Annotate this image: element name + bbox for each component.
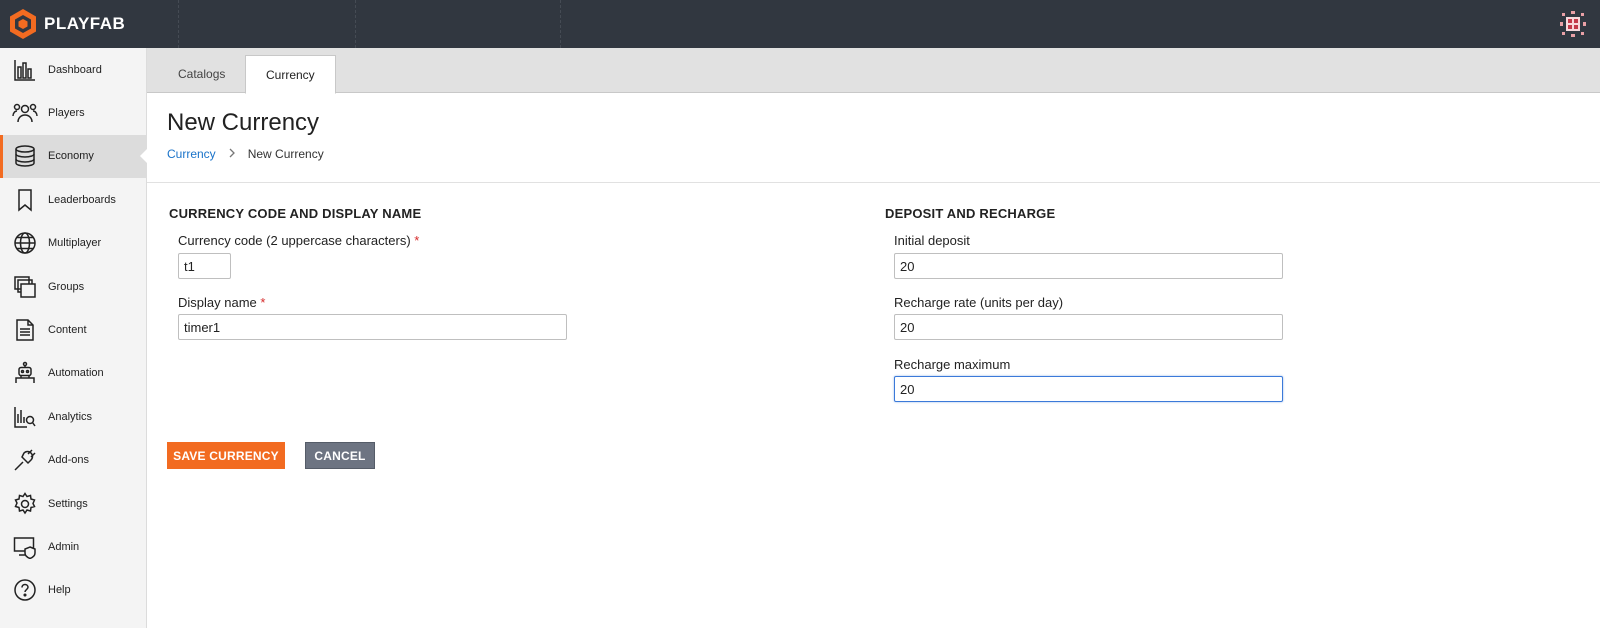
tab-currency[interactable]: Currency [245, 55, 336, 94]
sidebar-item-groups[interactable]: Groups [0, 265, 146, 308]
sidebar-item-label: Add-ons [48, 454, 89, 467]
tab-strip: Catalogs Currency [147, 48, 1600, 94]
sidebar-item-label: Groups [48, 280, 85, 293]
currency-code-input[interactable] [178, 253, 231, 279]
sidebar-item-label: Automation [48, 367, 104, 380]
sidebar-item-leaderboards[interactable]: Leaderboards [0, 178, 146, 221]
sidebar-item-label: Economy [48, 150, 94, 163]
required-mark: * [414, 233, 420, 248]
breadcrumb-link-currency[interactable]: Currency [167, 147, 216, 161]
bookmark-icon [12, 187, 38, 213]
sidebar-item-content[interactable]: Content [0, 308, 146, 351]
sidebar-item-label: Admin [48, 540, 80, 553]
breadcrumb-current: New Currency [247, 147, 324, 161]
display-name-label: Display name * [178, 295, 265, 310]
main-content: Catalogs Currency New Currency Currency … [147, 48, 1600, 628]
sidebar-item-label: Help [48, 584, 71, 597]
database-icon [12, 143, 38, 169]
sidebar-item-label: Dashboard [48, 63, 102, 76]
initial-deposit-label: Initial deposit [894, 233, 970, 248]
sidebar-item-players[interactable]: Players [0, 91, 146, 134]
sidebar-item-label: Settings [48, 497, 88, 510]
sidebar-item-automation[interactable]: Automation [0, 352, 146, 395]
sidebar: Dashboard Players Economy Leaderboards M… [0, 48, 147, 628]
sidebar-item-multiplayer[interactable]: Multiplayer [0, 222, 146, 265]
document-icon [12, 317, 38, 343]
admin-shield-icon [12, 534, 38, 560]
globe-icon [12, 230, 38, 256]
required-mark: * [260, 295, 266, 310]
breadcrumb-separator [228, 147, 236, 161]
sidebar-item-label: Analytics [48, 410, 93, 423]
display-name-input[interactable] [178, 314, 567, 340]
playfab-logo-icon [10, 9, 36, 39]
chevron-right-icon [229, 148, 235, 158]
sidebar-item-dashboard[interactable]: Dashboard [0, 48, 146, 91]
sidebar-item-analytics[interactable]: Analytics [0, 395, 146, 438]
help-icon [12, 577, 38, 603]
gear-icon [12, 491, 38, 517]
recharge-rate-input[interactable] [894, 314, 1283, 340]
decor-line [355, 0, 356, 48]
display-name-label-text: Display name [178, 295, 257, 310]
sidebar-item-economy[interactable]: Economy [0, 134, 147, 179]
recharge-maximum-input[interactable] [894, 376, 1283, 402]
players-icon [12, 100, 38, 126]
logo-text: PLAYFAB [44, 14, 126, 33]
sidebar-item-help[interactable]: Help [0, 569, 146, 612]
sidebar-item-admin[interactable]: Admin [0, 525, 146, 568]
sidebar-item-label: Content [48, 324, 87, 337]
playfab-logo[interactable]: PLAYFAB [8, 8, 125, 40]
initial-deposit-input[interactable] [894, 253, 1283, 279]
page-title: New Currency [167, 109, 320, 136]
section-title-deposit-recharge: DEPOSIT AND RECHARGE [885, 206, 1056, 221]
analytics-icon [12, 404, 38, 430]
decor-line [178, 0, 179, 48]
robot-icon [12, 360, 38, 386]
decor-line [560, 0, 561, 48]
sidebar-item-add-ons[interactable]: Add-ons [0, 439, 146, 482]
currency-code-label: Currency code (2 uppercase characters) * [178, 233, 419, 248]
bar-chart-icon [12, 57, 38, 83]
save-currency-button[interactable]: SAVE CURRENCY [167, 442, 285, 469]
app-grid-icon[interactable] [1560, 11, 1586, 37]
page-header: New Currency Currency New Currency [147, 93, 1600, 183]
sidebar-item-label: Leaderboards [48, 193, 116, 206]
breadcrumb: Currency New Currency [167, 147, 324, 161]
sidebar-item-label: Players [48, 107, 85, 120]
top-bar: PLAYFAB [0, 0, 1600, 48]
plug-icon [12, 447, 38, 473]
tab-catalogs[interactable]: Catalogs [158, 55, 245, 93]
groups-icon [12, 274, 38, 300]
recharge-rate-label: Recharge rate (units per day) [894, 295, 1064, 310]
sidebar-item-label: Multiplayer [48, 237, 102, 250]
section-title-currency-code: CURRENCY CODE AND DISPLAY NAME [169, 206, 422, 221]
sidebar-item-settings[interactable]: Settings [0, 482, 146, 525]
cancel-button[interactable]: CANCEL [305, 442, 375, 469]
recharge-maximum-label: Recharge maximum [894, 357, 1011, 372]
currency-code-label-text: Currency code (2 uppercase characters) [178, 233, 411, 248]
